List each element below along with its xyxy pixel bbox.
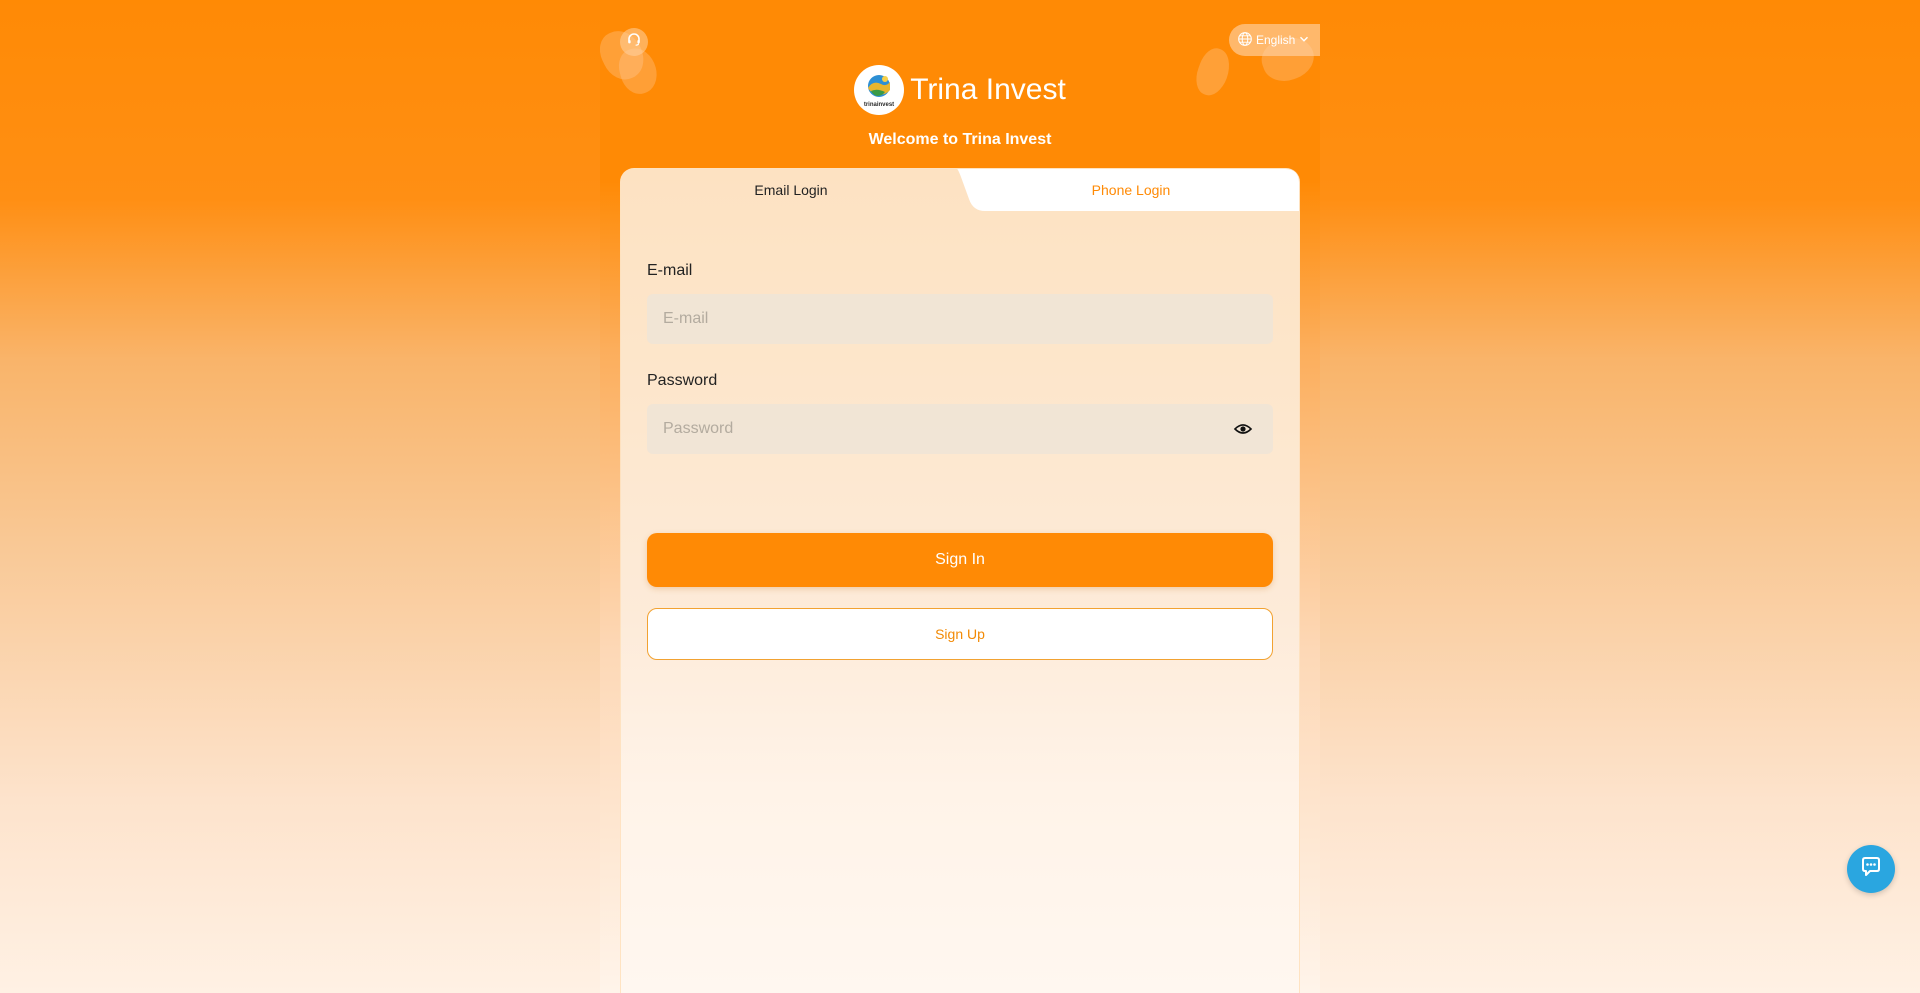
- language-selector[interactable]: English: [1229, 24, 1320, 56]
- password-input-wrapper: [647, 404, 1273, 454]
- email-field[interactable]: [647, 294, 1273, 344]
- globe-icon: [1237, 31, 1253, 50]
- brand-logo: trinainvest: [854, 65, 905, 115]
- brand-header: trinainvest Trina Invest: [600, 65, 1320, 115]
- email-label: E-mail: [647, 262, 693, 279]
- app-container: English trinainvest Trina Invest Welcome…: [600, 0, 1320, 993]
- password-label: Password: [647, 372, 718, 389]
- customer-support-button[interactable]: [620, 28, 648, 56]
- chat-button[interactable]: [1847, 845, 1895, 893]
- logo-text: trinainvest: [864, 102, 894, 108]
- brand-name: Trina Invest: [910, 73, 1066, 106]
- chevron-down-icon: [1298, 33, 1310, 48]
- headset-icon: [626, 32, 642, 53]
- chat-bubble-icon: [1858, 854, 1884, 885]
- welcome-message: Welcome to Trina Invest: [868, 131, 1052, 148]
- tab-phone-login[interactable]: Phone Login: [961, 169, 1301, 211]
- tab-email-login[interactable]: Email Login: [621, 169, 961, 211]
- sign-up-button[interactable]: Sign Up: [647, 608, 1273, 660]
- password-field[interactable]: [647, 404, 1273, 454]
- language-label: English: [1256, 33, 1296, 47]
- eye-icon[interactable]: [1233, 419, 1253, 439]
- email-input-wrapper: [647, 294, 1273, 344]
- sign-in-button[interactable]: Sign In: [647, 533, 1273, 587]
- login-card: Email Login Phone Login E-mail Password …: [620, 168, 1300, 993]
- login-tab-bar: Email Login Phone Login: [621, 169, 1301, 211]
